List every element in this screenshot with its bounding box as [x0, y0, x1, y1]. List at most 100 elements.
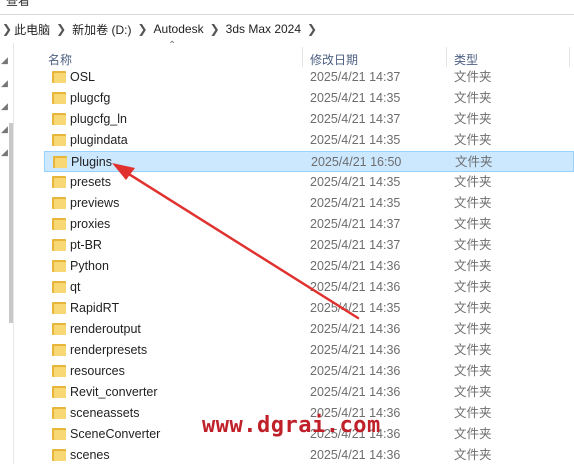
column-divider[interactable]: [446, 47, 447, 67]
folder-icon: [52, 302, 66, 314]
column-name[interactable]: 名称: [48, 43, 72, 67]
file-type: 文件夹: [454, 196, 492, 210]
column-date-modified[interactable]: 修改日期: [310, 43, 358, 67]
folder-icon: [52, 260, 66, 272]
file-type: 文件夹: [454, 217, 492, 231]
file-date-modified: 2025/4/21 14:35: [310, 133, 401, 147]
file-row[interactable]: proxies 2025/4/21 14:37 文件夹: [44, 214, 574, 235]
menu-strip: 查看: [0, 0, 574, 6]
pin-icon: ◢: [1, 55, 8, 65]
file-name: plugindata: [70, 133, 128, 147]
file-name: plugcfg: [70, 91, 111, 105]
file-name: Plugins: [71, 155, 112, 169]
file-type: 文件夹: [454, 112, 492, 126]
column-divider[interactable]: [302, 47, 303, 67]
folder-icon: [52, 323, 66, 335]
file-date-modified: 2025/4/21 14:36: [310, 385, 401, 399]
file-type: 文件夹: [454, 70, 492, 84]
file-name: RapidRT: [70, 301, 120, 315]
file-row[interactable]: plugcfg 2025/4/21 14:35 文件夹: [44, 88, 574, 109]
file-row[interactable]: previews 2025/4/21 14:35 文件夹: [44, 193, 574, 214]
file-type: 文件夹: [454, 280, 492, 294]
file-name: SceneConverter: [70, 427, 161, 441]
folder-icon: [52, 386, 66, 398]
file-row[interactable]: pt-BR 2025/4/21 14:37 文件夹: [44, 235, 574, 256]
file-row[interactable]: Plugins 2025/4/21 16:50 文件夹: [44, 151, 574, 172]
navigation-pane[interactable]: ◢ ◢ ◢ ◢ ◢: [0, 43, 14, 464]
file-type: 文件夹: [454, 364, 492, 378]
file-date-modified: 2025/4/21 14:37: [310, 238, 401, 252]
breadcrumb-this-pc[interactable]: 此电脑: [14, 21, 50, 38]
folder-icon: [52, 134, 66, 146]
folder-icon: [52, 407, 66, 419]
pin-icon: ◢: [1, 101, 8, 111]
file-row[interactable]: plugindata 2025/4/21 14:35 文件夹: [44, 130, 574, 151]
file-type: 文件夹: [454, 301, 492, 315]
file-date-modified: 2025/4/21 14:36: [310, 322, 401, 336]
file-name: Python: [70, 259, 109, 273]
file-row[interactable]: RapidRT 2025/4/21 14:35 文件夹: [44, 298, 574, 319]
file-row[interactable]: renderpresets 2025/4/21 14:36 文件夹: [44, 340, 574, 361]
file-type: 文件夹: [454, 406, 492, 420]
column-type[interactable]: 类型: [454, 43, 478, 67]
file-type: 文件夹: [454, 133, 492, 147]
watermark: www.dgrai.com: [202, 413, 381, 438]
file-date-modified: 2025/4/21 14:36: [310, 259, 401, 273]
file-row[interactable]: Revit_converter 2025/4/21 14:36 文件夹: [44, 382, 574, 403]
breadcrumb-autodesk[interactable]: Autodesk: [154, 22, 204, 36]
address-bar[interactable]: ❯ 此电脑 ❯ 新加卷 (D:) ❯ Autodesk ❯ 3ds Max 20…: [0, 14, 574, 44]
file-date-modified: 2025/4/21 14:35: [310, 91, 401, 105]
file-name: plugcfg_ln: [70, 112, 127, 126]
chevron-right-icon: ❯: [307, 22, 318, 36]
chevron-right-icon: ❯: [56, 22, 67, 36]
file-date-modified: 2025/4/21 14:36: [310, 280, 401, 294]
file-date-modified: 2025/4/21 14:36: [310, 448, 401, 462]
nav-scrollbar[interactable]: [9, 123, 13, 323]
file-type: 文件夹: [454, 343, 492, 357]
folder-icon: [52, 218, 66, 230]
file-type: 文件夹: [454, 385, 492, 399]
folder-icon: [52, 449, 66, 461]
file-name: previews: [70, 196, 120, 210]
chevron-right-icon: ❯: [209, 22, 220, 36]
file-date-modified: 2025/4/21 14:37: [310, 112, 401, 126]
file-row[interactable]: scenes 2025/4/21 14:36 文件夹: [44, 445, 574, 466]
file-date-modified: 2025/4/21 14:35: [310, 175, 401, 189]
folder-icon: [52, 176, 66, 188]
pin-icon: ◢: [1, 78, 8, 88]
file-row[interactable]: resources 2025/4/21 14:36 文件夹: [44, 361, 574, 382]
breadcrumb-3dsmax[interactable]: 3ds Max 2024: [226, 22, 301, 36]
column-divider[interactable]: [569, 47, 570, 67]
file-name: proxies: [70, 217, 111, 231]
file-name: Revit_converter: [70, 385, 158, 399]
file-date-modified: 2025/4/21 14:35: [310, 301, 401, 315]
file-date-modified: 2025/4/21 16:50: [311, 155, 402, 169]
file-row[interactable]: Python 2025/4/21 14:36 文件夹: [44, 256, 574, 277]
file-type: 文件夹: [454, 91, 492, 105]
file-list: OSL 2025/4/21 14:37 文件夹 plugcfg 2025/4/21 14…: [14, 67, 574, 464]
file-name: sceneassets: [70, 406, 140, 420]
file-type: 文件夹: [454, 175, 492, 189]
file-row[interactable]: renderoutput 2025/4/21 14:36 文件夹: [44, 319, 574, 340]
folder-icon: [52, 281, 66, 293]
file-name: presets: [70, 175, 111, 189]
file-row[interactable]: qt 2025/4/21 14:36 文件夹: [44, 277, 574, 298]
file-name: pt-BR: [70, 238, 102, 252]
file-date-modified: 2025/4/21 14:36: [310, 364, 401, 378]
file-name: resources: [70, 364, 125, 378]
chevron-right-icon: ❯: [2, 22, 13, 36]
folder-icon: [53, 156, 67, 168]
menu-view[interactable]: 查看: [6, 0, 30, 6]
file-row[interactable]: presets 2025/4/21 14:35 文件夹: [44, 172, 574, 193]
file-date-modified: 2025/4/21 14:37: [310, 70, 401, 84]
file-name: OSL: [70, 70, 96, 84]
breadcrumb-drive-d[interactable]: 新加卷 (D:): [72, 21, 131, 38]
file-type: 文件夹: [454, 448, 492, 462]
sort-ascending-icon: ⌃: [168, 40, 177, 51]
file-row[interactable]: plugcfg_ln 2025/4/21 14:37 文件夹: [44, 109, 574, 130]
folder-icon: [52, 428, 66, 440]
folder-icon: [52, 92, 66, 104]
file-row[interactable]: OSL 2025/4/21 14:37 文件夹: [44, 67, 574, 88]
folder-icon: [52, 71, 66, 83]
file-date-modified: 2025/4/21 14:35: [310, 196, 401, 210]
